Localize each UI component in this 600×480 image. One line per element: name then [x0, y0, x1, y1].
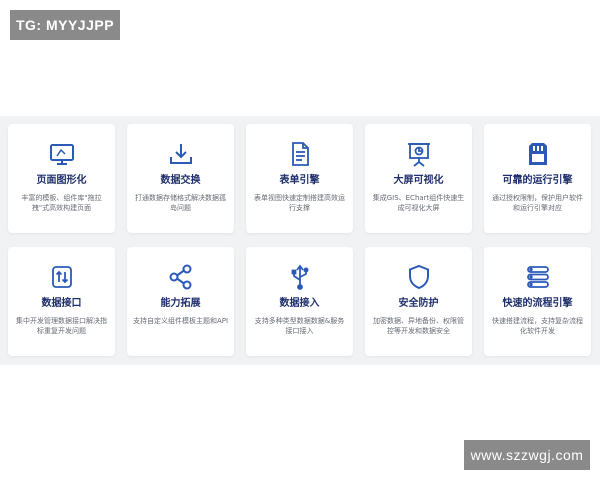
card-title: 大屏可视化	[393, 175, 444, 186]
feature-card-workflow-engine[interactable]: 快速的流程引擎 快速搭建流程，支持复杂流程化软件开发	[484, 247, 591, 356]
card-title: 能力拓展	[160, 298, 201, 309]
transfer-icon	[48, 263, 76, 291]
card-desc: 通过授权限制，保护用户软件和运行引擎对应	[492, 194, 583, 212]
list-icon	[524, 263, 552, 291]
document-icon	[286, 140, 314, 168]
card-desc: 打通数据存储格式解决数据孤岛问题	[135, 194, 226, 212]
usb-icon	[286, 263, 314, 291]
feature-card-big-screen[interactable]: 大屏可视化 集成GIS、EChart组件快速生成可视化大屏	[365, 124, 472, 233]
card-desc: 集中开发管理数据接口解决指标重复开发问题	[16, 317, 107, 335]
card-title: 表单引擎	[279, 175, 320, 186]
card-title: 安全防护	[398, 298, 439, 309]
feature-grid: 页面图形化 丰富的模板、组件库"拖拉拽"式高效构建页面 数据交换 打通数据存储格…	[8, 124, 592, 357]
feature-card-form-engine[interactable]: 表单引擎 表单视图快速定制搭建高效运行支撑	[246, 124, 353, 233]
card-desc: 支持自定义组件模板主题和API	[132, 317, 229, 325]
card-title: 数据接入	[279, 298, 320, 309]
card-desc: 表单视图快速定制搭建高效运行支撑	[254, 194, 345, 212]
presentation-icon	[405, 140, 433, 168]
feature-card-security[interactable]: 安全防护 加密数据、异地备份、权限管控等开发和数据安全	[365, 247, 472, 356]
card-title: 数据交换	[160, 175, 201, 186]
card-title: 页面图形化	[36, 175, 87, 186]
feature-card-data-interface[interactable]: 数据接口 集中开发管理数据接口解决指标重复开发问题	[8, 247, 115, 356]
feature-panel: 页面图形化 丰富的模板、组件库"拖拉拽"式高效构建页面 数据交换 打通数据存储格…	[0, 116, 600, 365]
card-title: 可靠的运行引擎	[502, 175, 573, 186]
download-icon	[167, 140, 195, 168]
card-desc: 支持多种类型数据数据&服务接口接入	[254, 317, 345, 335]
feature-card-runtime-engine[interactable]: 可靠的运行引擎 通过授权限制，保护用户软件和运行引擎对应	[484, 124, 591, 233]
feature-card-data-exchange[interactable]: 数据交换 打通数据存储格式解决数据孤岛问题	[127, 124, 234, 233]
card-desc: 快速搭建流程，支持复杂流程化软件开发	[492, 317, 583, 335]
card-title: 快速的流程引擎	[502, 298, 573, 309]
monitor-icon	[48, 140, 76, 168]
watermark-bottom: www.szzwgj.com	[464, 440, 590, 470]
watermark-top: TG: MYYJJPP	[10, 10, 120, 40]
shield-icon	[405, 263, 433, 291]
share-icon	[167, 263, 195, 291]
card-desc: 加密数据、异地备份、权限管控等开发和数据安全	[373, 317, 464, 335]
card-desc: 丰富的模板、组件库"拖拉拽"式高效构建页面	[21, 194, 102, 212]
feature-card-data-access[interactable]: 数据接入 支持多种类型数据数据&服务接口接入	[246, 247, 353, 356]
feature-card-page-graphics[interactable]: 页面图形化 丰富的模板、组件库"拖拉拽"式高效构建页面	[8, 124, 115, 233]
card-title: 数据接口	[41, 298, 82, 309]
feature-card-capability-extension[interactable]: 能力拓展 支持自定义组件模板主题和API	[127, 247, 234, 356]
card-desc: 集成GIS、EChart组件快速生成可视化大屏	[372, 194, 465, 212]
sd-card-icon	[524, 140, 552, 168]
